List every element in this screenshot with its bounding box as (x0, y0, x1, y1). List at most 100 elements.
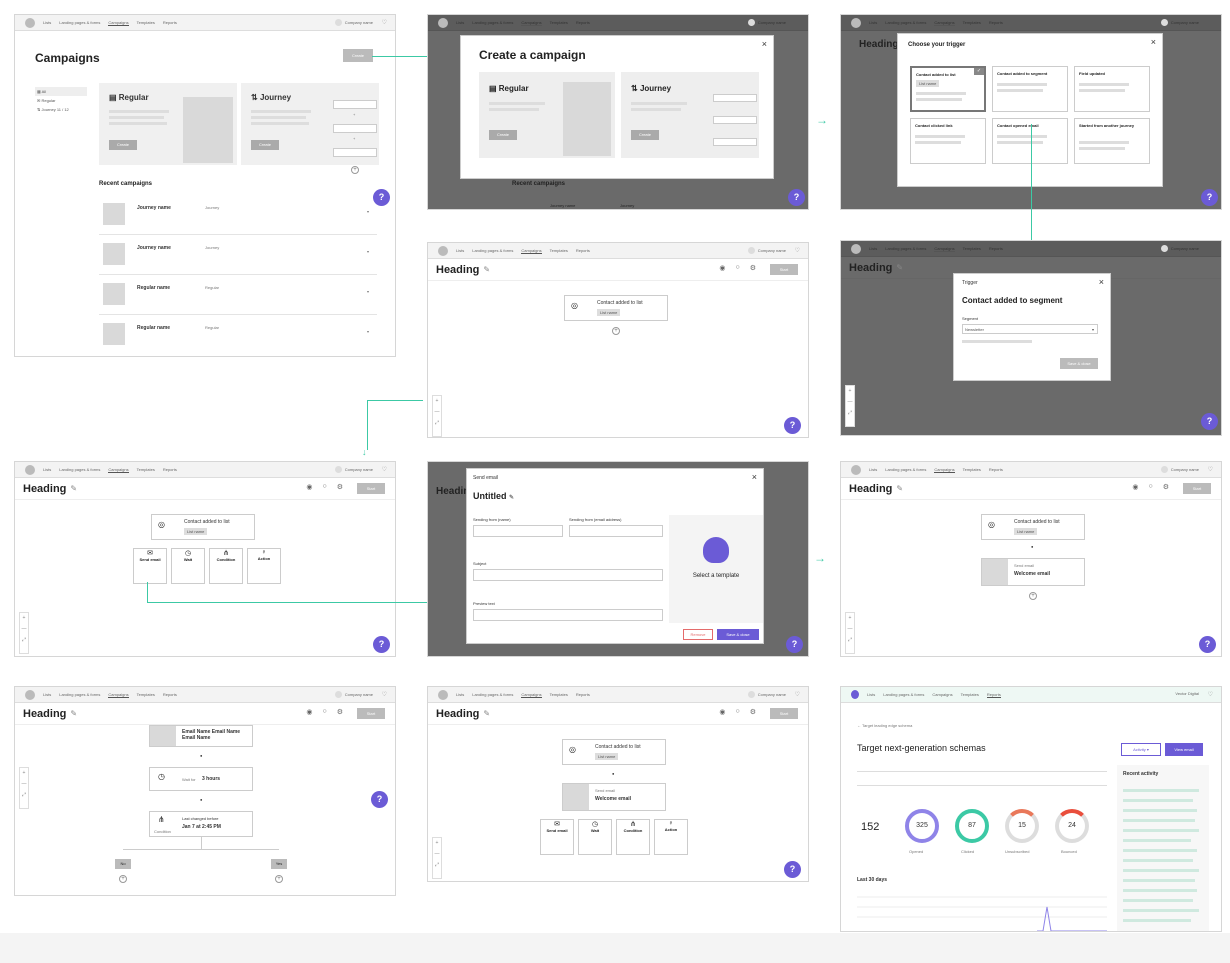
close-icon[interactable]: × (762, 39, 767, 49)
nav-landing[interactable]: Landing pages & forms (472, 692, 513, 697)
chevron-down-icon[interactable]: ▾ (367, 209, 369, 214)
nav-lists[interactable]: Lists (456, 692, 464, 697)
nav-lists[interactable]: Lists (867, 692, 875, 697)
nav-templates[interactable]: Templates (963, 20, 981, 25)
nav-reports[interactable]: Reports (576, 248, 590, 253)
nav-landing[interactable]: Landing pages & forms (472, 20, 513, 25)
gear-icon[interactable]: ⚙ (1163, 483, 1169, 491)
view-email-button[interactable]: View email (1165, 743, 1203, 756)
nav-lists[interactable]: Lists (456, 20, 464, 25)
company-menu[interactable]: Vector Digital (1175, 691, 1199, 696)
filter-regular[interactable]: ✉ Regular (35, 96, 87, 105)
trigger-node[interactable]: ◎ Contact added to list List name (562, 739, 666, 765)
add-step-icon[interactable]: + (119, 875, 127, 883)
nav-campaigns[interactable]: Campaigns (934, 246, 955, 252)
company-menu[interactable]: Company name (334, 691, 373, 698)
nav-lists[interactable]: Lists (43, 467, 51, 472)
add-step-icon[interactable]: + (275, 875, 283, 883)
journey-create-button[interactable]: Create (631, 130, 659, 140)
trigger-option[interactable]: Contact added to list List name ✓ (910, 66, 986, 112)
nav-templates[interactable]: Templates (137, 20, 155, 25)
pencil-icon[interactable]: ✎ (70, 484, 77, 493)
template-panel[interactable]: Select a template (669, 515, 763, 623)
yes-branch[interactable]: Yes (271, 859, 287, 869)
pencil-icon[interactable]: ✎ (483, 265, 490, 274)
save-close-button[interactable]: Save & close (1060, 358, 1098, 369)
nav-templates[interactable]: Templates (550, 248, 568, 253)
action-condition[interactable]: ⋔ Condition (209, 548, 243, 584)
gear-icon[interactable]: ⚙ (337, 483, 343, 491)
close-icon[interactable]: × (752, 472, 757, 482)
action-wait[interactable]: ◷ Wait (171, 548, 205, 584)
zoom-control[interactable]: + — ⤢ (845, 612, 855, 654)
condition-node[interactable]: ⋔ Condition Last changed before Jan 7 at… (149, 811, 253, 837)
nav-landing[interactable]: Landing pages & forms (885, 20, 926, 25)
eye-icon[interactable]: ◉ (719, 264, 725, 272)
eye-icon[interactable]: ◉ (719, 708, 725, 716)
nav-campaigns[interactable]: Campaigns (108, 692, 129, 698)
nav-campaigns[interactable]: Campaigns (108, 467, 129, 473)
company-menu[interactable]: Company name (334, 19, 373, 26)
company-menu[interactable]: Company name (334, 466, 373, 473)
nav-lists[interactable]: Lists (869, 467, 877, 472)
remove-button[interactable]: Remove (683, 629, 713, 640)
activity-dropdown[interactable]: Activity ▾ (1121, 743, 1161, 756)
start-button[interactable]: Start (770, 264, 798, 275)
subject-input[interactable] (473, 569, 663, 581)
regular-create-button[interactable]: Create (489, 130, 517, 140)
create-button[interactable]: Create (343, 49, 373, 62)
nav-templates[interactable]: Templates (963, 467, 981, 472)
nav-reports[interactable]: Reports (163, 467, 177, 472)
chevron-down-icon[interactable]: ▾ (367, 249, 369, 254)
nav-reports[interactable]: Reports (989, 20, 1003, 25)
help-button[interactable]: ? (788, 189, 805, 206)
regular-option[interactable]: ▤ Regular Create (479, 72, 615, 158)
action-wait[interactable]: ◷ Wait (578, 819, 612, 855)
eye-icon[interactable]: ◉ (306, 483, 312, 491)
heart-icon[interactable]: ♡ (382, 691, 387, 698)
nav-templates[interactable]: Templates (137, 692, 155, 697)
zoom-control[interactable]: + — ⤢ (845, 385, 855, 427)
journey-create-button[interactable]: Create (251, 140, 279, 150)
journey-option[interactable]: ⇅ Journey Create (621, 72, 759, 158)
heart-icon[interactable]: ♡ (1208, 691, 1213, 698)
from-email-input[interactable] (569, 525, 663, 537)
nav-reports[interactable]: Reports (576, 20, 590, 25)
nav-campaigns[interactable]: Campaigns (521, 692, 542, 698)
pencil-icon[interactable]: ✎ (896, 484, 903, 493)
segment-select[interactable]: Newsletter ▾ (962, 324, 1098, 334)
chevron-down-icon[interactable]: ▾ (367, 329, 369, 334)
email-node[interactable]: Send email Welcome email (981, 558, 1085, 586)
regular-create-button[interactable]: Create (109, 140, 137, 150)
list-item[interactable]: Regular name Regular ▾ (99, 317, 377, 355)
chevron-down-icon[interactable]: ▾ (367, 289, 369, 294)
help-button[interactable]: ? (373, 636, 390, 653)
pencil-icon[interactable]: ✎ (483, 709, 490, 718)
nav-reports[interactable]: Reports (163, 20, 177, 25)
back-link[interactable]: ← Target leading edge schema (857, 723, 912, 728)
filter-all[interactable]: ▦ All (35, 87, 87, 96)
action-send-email[interactable]: ✉ Send email (540, 819, 574, 855)
nav-lists[interactable]: Lists (43, 692, 51, 697)
nav-reports[interactable]: Reports (163, 692, 177, 697)
company-menu[interactable]: Company name (747, 247, 786, 254)
heart-icon[interactable]: ♡ (382, 466, 387, 473)
nav-lists[interactable]: Lists (43, 20, 51, 25)
close-icon[interactable]: × (1099, 277, 1104, 287)
gear-icon[interactable]: ⚙ (337, 708, 343, 716)
nav-landing[interactable]: Landing pages & forms (59, 692, 100, 697)
help-button[interactable]: ? (1201, 189, 1218, 206)
eye-icon[interactable]: ◉ (306, 708, 312, 716)
email-name[interactable]: Untitled ✎ (473, 491, 514, 501)
zoom-control[interactable]: + — ⤢ (432, 395, 442, 437)
company-menu[interactable]: Company name (1160, 466, 1199, 473)
wait-node[interactable]: ◷ Wait for 3 hours (149, 767, 253, 791)
company-menu[interactable]: Company name (1160, 245, 1199, 252)
page-title[interactable]: Heading (23, 708, 66, 720)
nav-templates[interactable]: Templates (961, 692, 979, 697)
zoom-control[interactable]: + — ⤢ (19, 767, 29, 809)
stop-icon[interactable]: ○ (1148, 483, 1152, 491)
help-button[interactable]: ? (1201, 413, 1218, 430)
nav-landing[interactable]: Landing pages & forms (885, 467, 926, 472)
list-item[interactable]: Journey name Journey ▾ (99, 197, 377, 235)
